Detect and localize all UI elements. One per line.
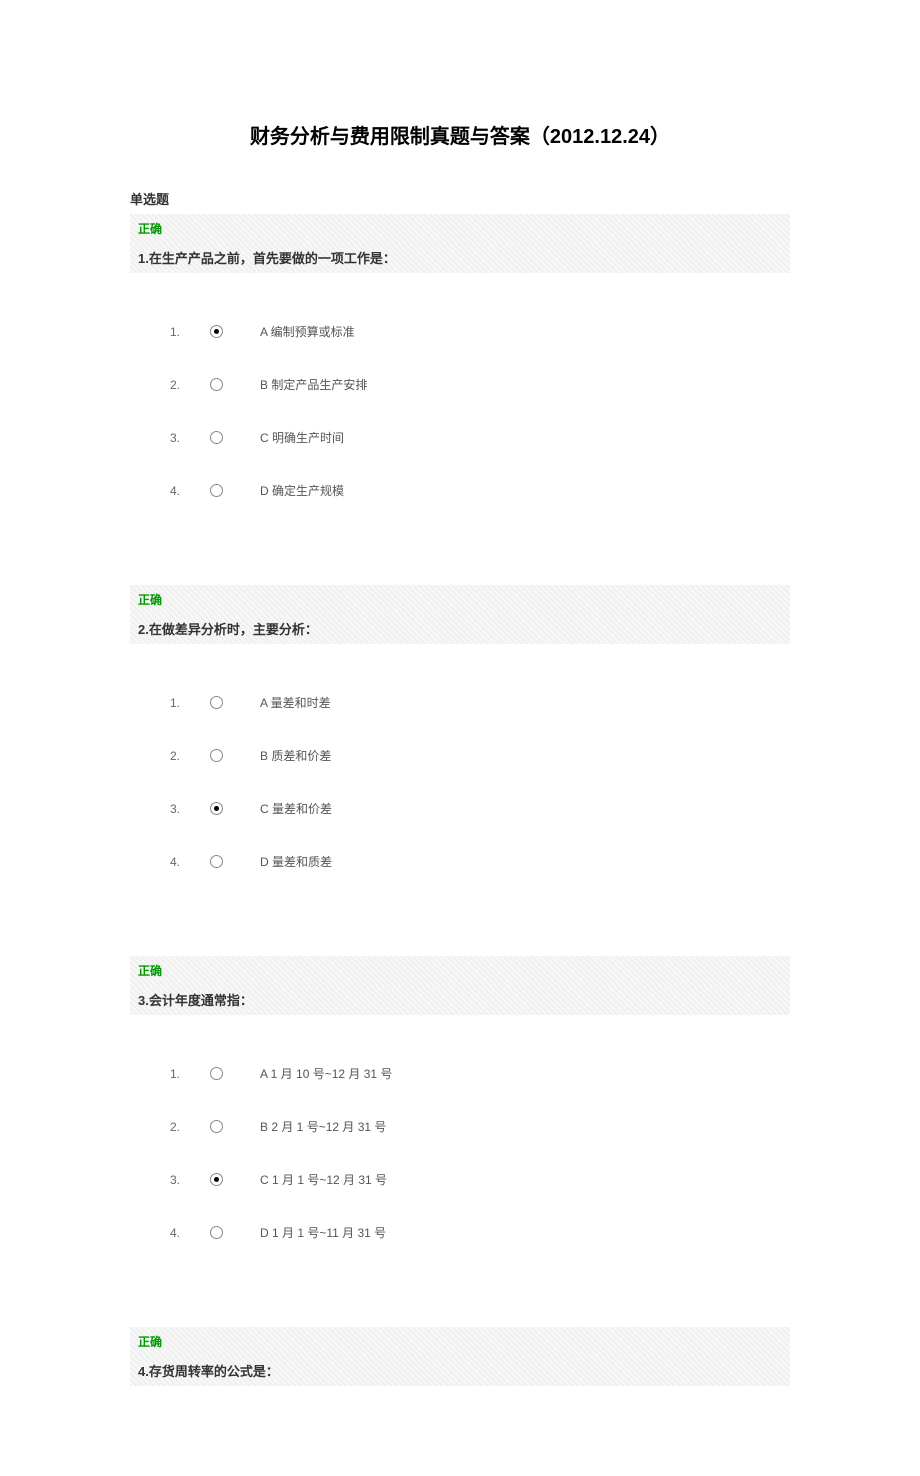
options-list: 1. A 编制预算或标准 2. B 制定产品生产安排 3. C 明确生产时间 4. D 确定生… xyxy=(130,273,790,555)
status-bar: 正确 xyxy=(130,1327,790,1357)
radio-wrap xyxy=(210,1226,260,1239)
status-bar: 正确 xyxy=(130,585,790,615)
questions-container: 正确 1.在生产产品之前，首先要做的一项工作是： 1. A 编制预算或标准 2. B 制定… xyxy=(130,214,790,1386)
status-bar: 正确 xyxy=(130,214,790,244)
question-text: 4.存货周转率的公式是： xyxy=(130,1357,790,1386)
radio-button[interactable] xyxy=(210,1067,223,1080)
radio-button[interactable] xyxy=(210,1226,223,1239)
option-label: B 质差和价差 xyxy=(260,747,331,764)
radio-wrap xyxy=(210,484,260,497)
status-label: 正确 xyxy=(138,222,162,236)
radio-button[interactable] xyxy=(210,431,223,444)
status-bar: 正确 xyxy=(130,956,790,986)
radio-wrap xyxy=(210,855,260,868)
question-text: 3.会计年度通常指： xyxy=(130,986,790,1015)
question-block: 正确 1.在生产产品之前，首先要做的一项工作是： 1. A 编制预算或标准 2. B 制定… xyxy=(130,214,790,555)
radio-button[interactable] xyxy=(210,749,223,762)
option-number: 3. xyxy=(170,1173,210,1187)
radio-wrap xyxy=(210,802,260,815)
option-row: 2. B 质差和价差 xyxy=(170,747,790,764)
section-heading: 单选题 xyxy=(130,189,790,208)
question-text: 2.在做差异分析时，主要分析： xyxy=(130,615,790,644)
radio-wrap xyxy=(210,431,260,444)
options-list: 1. A 1 月 10 号~12 月 31 号 2. B 2 月 1 号~12 月 3… xyxy=(130,1015,790,1297)
option-row: 2. B 2 月 1 号~12 月 31 号 xyxy=(170,1118,790,1135)
radio-wrap xyxy=(210,1173,260,1186)
option-label: A 编制预算或标准 xyxy=(260,323,355,340)
option-row: 4. D 1 月 1 号~11 月 31 号 xyxy=(170,1224,790,1241)
radio-button[interactable] xyxy=(210,378,223,391)
option-row: 2. B 制定产品生产安排 xyxy=(170,376,790,393)
status-label: 正确 xyxy=(138,1335,162,1349)
option-label: B 2 月 1 号~12 月 31 号 xyxy=(260,1118,386,1135)
option-number: 1. xyxy=(170,1067,210,1081)
option-row: 3. C 量差和价差 xyxy=(170,800,790,817)
option-number: 1. xyxy=(170,325,210,339)
option-label: B 制定产品生产安排 xyxy=(260,376,367,393)
radio-wrap xyxy=(210,749,260,762)
document-title: 财务分析与费用限制真题与答案（2012.12.24） xyxy=(130,120,790,149)
radio-wrap xyxy=(210,378,260,391)
option-label: A 量差和时差 xyxy=(260,694,331,711)
status-label: 正确 xyxy=(138,593,162,607)
radio-button[interactable] xyxy=(210,325,223,338)
radio-button[interactable] xyxy=(210,855,223,868)
option-label: D 1 月 1 号~11 月 31 号 xyxy=(260,1224,386,1241)
option-row: 3. C 1 月 1 号~12 月 31 号 xyxy=(170,1171,790,1188)
option-row: 1. A 1 月 10 号~12 月 31 号 xyxy=(170,1065,790,1082)
option-number: 2. xyxy=(170,1120,210,1134)
radio-button[interactable] xyxy=(210,484,223,497)
option-label: D 确定生产规模 xyxy=(260,482,344,499)
option-number: 3. xyxy=(170,802,210,816)
option-row: 4. D 确定生产规模 xyxy=(170,482,790,499)
radio-button[interactable] xyxy=(210,802,223,815)
option-number: 3. xyxy=(170,431,210,445)
radio-button[interactable] xyxy=(210,1120,223,1133)
question-block: 正确 4.存货周转率的公式是： xyxy=(130,1327,790,1386)
option-number: 4. xyxy=(170,484,210,498)
option-row: 1. A 量差和时差 xyxy=(170,694,790,711)
radio-button[interactable] xyxy=(210,1173,223,1186)
radio-wrap xyxy=(210,1067,260,1080)
option-row: 1. A 编制预算或标准 xyxy=(170,323,790,340)
status-label: 正确 xyxy=(138,964,162,978)
exam-document: 财务分析与费用限制真题与答案（2012.12.24） 单选题 正确 1.在生产产品… xyxy=(0,0,920,1476)
option-label: C 明确生产时间 xyxy=(260,429,344,446)
radio-button[interactable] xyxy=(210,696,223,709)
option-label: C 量差和价差 xyxy=(260,800,332,817)
radio-wrap xyxy=(210,696,260,709)
option-number: 2. xyxy=(170,378,210,392)
option-number: 4. xyxy=(170,1226,210,1240)
question-block: 正确 2.在做差异分析时，主要分析： 1. A 量差和时差 2. B 质差和价差 3. C 量… xyxy=(130,585,790,926)
option-label: C 1 月 1 号~12 月 31 号 xyxy=(260,1171,387,1188)
option-number: 1. xyxy=(170,696,210,710)
option-number: 2. xyxy=(170,749,210,763)
option-label: A 1 月 10 号~12 月 31 号 xyxy=(260,1065,392,1082)
options-list: 1. A 量差和时差 2. B 质差和价差 3. C 量差和价差 4. D 量差和质差 xyxy=(130,644,790,926)
option-row: 3. C 明确生产时间 xyxy=(170,429,790,446)
option-number: 4. xyxy=(170,855,210,869)
option-label: D 量差和质差 xyxy=(260,853,332,870)
question-text: 1.在生产产品之前，首先要做的一项工作是： xyxy=(130,244,790,273)
radio-wrap xyxy=(210,325,260,338)
radio-wrap xyxy=(210,1120,260,1133)
option-row: 4. D 量差和质差 xyxy=(170,853,790,870)
question-block: 正确 3.会计年度通常指： 1. A 1 月 10 号~12 月 31 号 2. B 2 … xyxy=(130,956,790,1297)
